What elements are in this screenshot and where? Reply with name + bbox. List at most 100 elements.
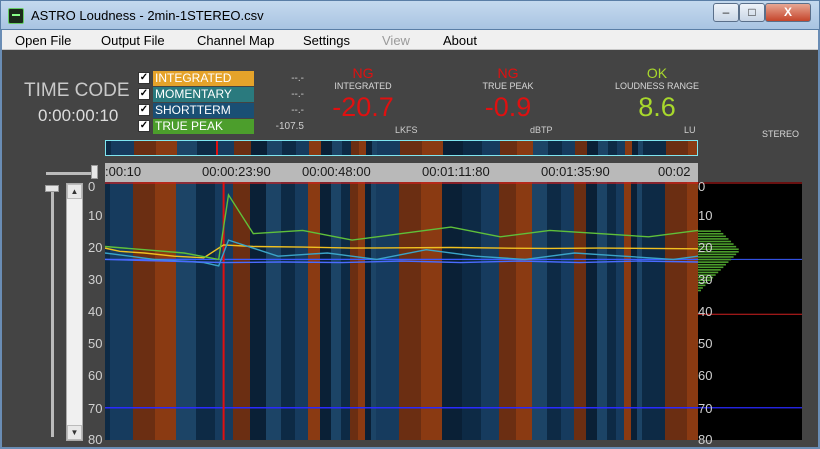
background-band [665, 182, 687, 440]
hist-tick-label: 60 [698, 368, 713, 383]
channel-label: STEREO [762, 129, 800, 139]
scroll-up-icon[interactable]: ▲ [67, 184, 82, 199]
background-band [341, 182, 350, 440]
shortterm-checkbox[interactable]: ✓ [138, 104, 150, 116]
y-tick-label: 50 [88, 336, 103, 351]
y-tick-label: 70 [88, 401, 103, 416]
hist-tick-label: 40 [698, 304, 713, 319]
overview-band [443, 141, 463, 155]
overview-timeline[interactable] [105, 140, 698, 156]
background-band [250, 182, 266, 440]
overview-band [598, 141, 608, 155]
overview-band [177, 141, 197, 155]
overview-band [638, 141, 643, 155]
background-band [421, 182, 442, 440]
hist-tick-label: 20 [698, 240, 713, 255]
minimize-button[interactable]: – [713, 3, 739, 22]
menu-output-file[interactable]: Output File [101, 33, 165, 48]
gain-slider-track[interactable] [51, 190, 54, 437]
time-tick-label: 00:00:48:00 [302, 164, 371, 179]
loudness-histogram[interactable] [698, 182, 802, 440]
histogram-svg [698, 182, 802, 409]
loudness-plot[interactable] [105, 182, 698, 440]
overview-band [632, 141, 638, 155]
integrated-meter-label: INTEGRATED [334, 81, 392, 91]
background-band [462, 182, 481, 440]
menu-about[interactable]: About [443, 33, 477, 48]
background-band [281, 182, 295, 440]
background-band [176, 182, 196, 440]
overview-band [332, 141, 342, 155]
background-band [350, 182, 358, 440]
overview-band [342, 141, 351, 155]
overview-band [548, 141, 562, 155]
overview-band [587, 141, 598, 155]
legend-value: -107.5 [275, 121, 304, 132]
true-peak-meter-label: TRUE PEAK [482, 81, 534, 91]
overview-band [234, 141, 251, 155]
title-bar[interactable]: ASTRO Loudness - 2min-1STEREO.csv – □ X [0, 0, 820, 30]
momentary-checkbox[interactable]: ✓ [138, 88, 150, 100]
menu-channel-map[interactable]: Channel Map [197, 33, 274, 48]
y-tick-label: 30 [88, 272, 103, 287]
overview-band [625, 141, 632, 155]
background-band [516, 182, 532, 440]
y-tick-label: 80 [88, 432, 103, 447]
overview-band [134, 141, 156, 155]
gain-slider-thumb[interactable] [45, 185, 59, 192]
overview-band [482, 141, 500, 155]
menu-settings[interactable]: Settings [303, 33, 350, 48]
hist-bar [698, 258, 732, 261]
hist-tick-label: 80 [698, 432, 713, 447]
loudness-plot-svg [105, 182, 698, 440]
overview-band [666, 141, 688, 155]
integrated-value: -20.7 [332, 92, 394, 122]
scroll-down-icon[interactable]: ▼ [67, 425, 82, 440]
loudness-range-meter-label: LOUDNESS RANGE [614, 81, 700, 91]
hist-tick-label: 70 [698, 401, 713, 416]
overview-band [282, 141, 296, 155]
integrated-unit: LKFS [395, 125, 418, 135]
maximize-button[interactable]: □ [739, 3, 765, 22]
background-band [624, 182, 631, 440]
background-band [586, 182, 597, 440]
hist-bar [698, 232, 724, 235]
hist-tick-label: 50 [698, 336, 713, 351]
background-band [358, 182, 365, 440]
background-band [320, 182, 331, 440]
background-band [376, 182, 399, 440]
main-panel: TIME CODE 0:00:00:10 ✓ INTEGRATED --.- ✓… [2, 50, 818, 447]
timecode-value: 0:00:00:10 [38, 106, 119, 125]
time-ruler[interactable]: :00:10 00:00:23:90 00:00:48:00 00:01:11:… [105, 163, 698, 182]
zoom-slider-thumb[interactable] [91, 165, 98, 179]
legend-label: MOMENTARY [153, 87, 254, 102]
loudness-range-unit: LU [684, 125, 696, 135]
vertical-scrollbar[interactable]: ▲ ▼ [66, 183, 83, 441]
menu-view[interactable]: View [382, 33, 410, 48]
background-band [331, 182, 341, 440]
close-button[interactable]: X [765, 3, 811, 22]
true-peak-checkbox[interactable]: ✓ [138, 120, 150, 132]
overview-band [688, 141, 697, 155]
overview-band [309, 141, 321, 155]
overview-band [372, 141, 377, 155]
time-tick-label: 00:01:11:80 [422, 164, 490, 179]
background-band [295, 182, 308, 440]
menu-open-file[interactable]: Open File [15, 33, 71, 48]
y-tick-label: 0 [88, 179, 96, 194]
time-tick-label: 00:01:35:90 [541, 164, 610, 179]
zoom-slider-track[interactable] [46, 172, 94, 175]
window-title: ASTRO Loudness - 2min-1STEREO.csv [31, 8, 264, 23]
background-band [365, 182, 371, 440]
background-band [371, 182, 376, 440]
overview-band [517, 141, 533, 155]
overview-band [216, 141, 234, 155]
overview-band [156, 141, 177, 155]
integrated-checkbox[interactable]: ✓ [138, 72, 150, 84]
legend-label: SHORTTERM [153, 103, 254, 118]
overview-band [533, 141, 548, 155]
overview-playhead[interactable] [216, 141, 218, 156]
timecode-label: TIME CODE [24, 80, 130, 101]
y-tick-label: 60 [88, 368, 103, 383]
background-band [631, 182, 637, 440]
